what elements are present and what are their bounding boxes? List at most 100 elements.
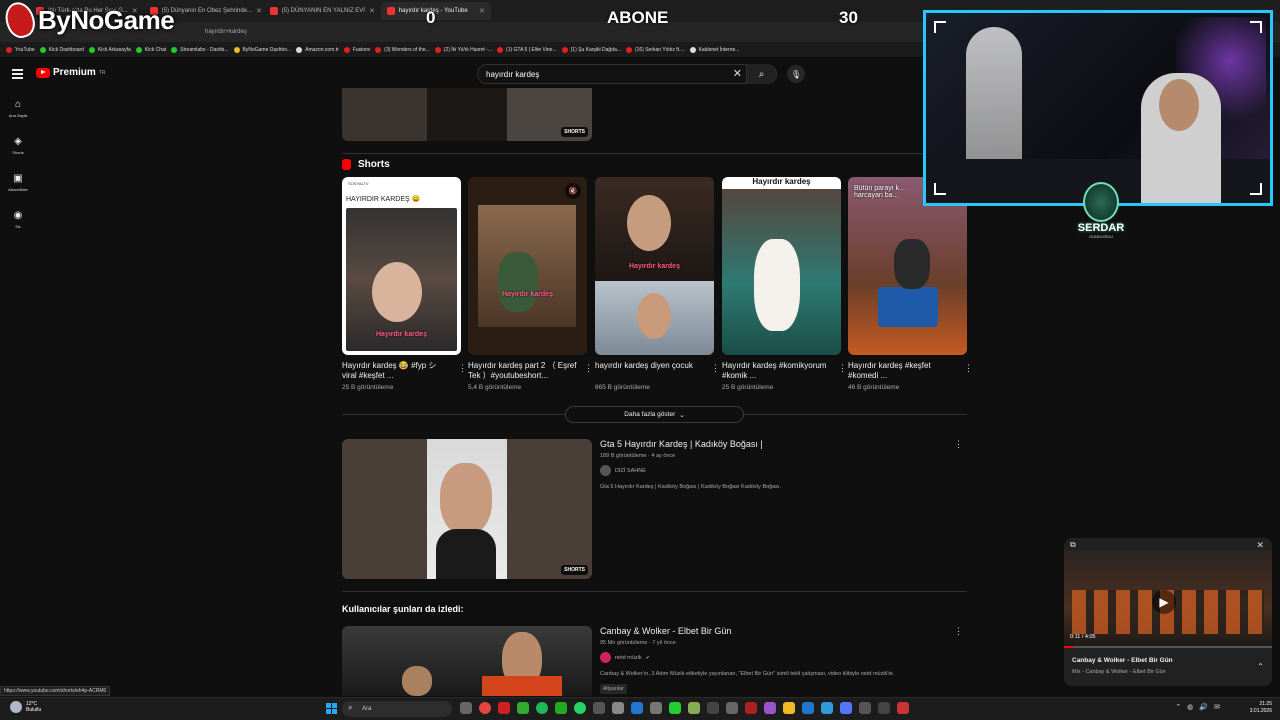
- browser-tab[interactable]: (5) DÜNYANIN EN YALNIZ EVİ ✕: [264, 2, 381, 20]
- bookmark[interactable]: Kick Dashboard: [39, 46, 84, 53]
- miniplayer-video[interactable]: ▶: [1064, 550, 1272, 646]
- app-icon[interactable]: [631, 702, 643, 714]
- app-icon[interactable]: [897, 702, 909, 714]
- mute-icon[interactable]: 🔇: [565, 183, 581, 199]
- progress-bar[interactable]: [1064, 646, 1272, 648]
- short-item[interactable]: Bütün parayı k... harcayan ba... Hayırdı…: [848, 177, 973, 391]
- app-icon[interactable]: [498, 702, 510, 714]
- more-vert-icon[interactable]: ⋮: [584, 363, 593, 374]
- bookmark[interactable]: YouTube: [6, 46, 35, 53]
- short-thumbnail[interactable]: Hayırdır kardeş: [722, 177, 841, 355]
- more-vert-icon[interactable]: ⋮: [954, 626, 963, 637]
- short-title[interactable]: Hayırdır kardeş #komikyorum #komik ...: [722, 361, 841, 381]
- short-item[interactable]: Hayırdır kardeş hayırdır kardeş diyen ço…: [595, 177, 720, 391]
- bookmark[interactable]: (1) Şu Karşiki Dağda...: [561, 46, 621, 53]
- channel-avatar[interactable]: [600, 652, 611, 663]
- app-icon[interactable]: [878, 702, 890, 714]
- video-thumbnail[interactable]: SHORTS: [342, 439, 592, 579]
- more-vert-icon[interactable]: ⋮: [964, 363, 973, 374]
- channel-avatar[interactable]: [600, 465, 611, 476]
- app-icon[interactable]: [745, 702, 757, 714]
- bookmark[interactable]: Kick Arkasayfa: [88, 46, 131, 53]
- weather-widget[interactable]: 12°C Bulutlu: [10, 701, 41, 713]
- close-icon[interactable]: ✕: [256, 7, 262, 15]
- bookmark[interactable]: Fusionv: [343, 46, 370, 53]
- whatsapp-icon[interactable]: [574, 702, 586, 714]
- video-thumbnail[interactable]: SHORTS: [342, 88, 592, 141]
- close-icon[interactable]: ✕: [369, 7, 375, 15]
- network-icon[interactable]: ◍: [1187, 703, 1193, 711]
- app-icon[interactable]: [593, 702, 605, 714]
- app-icon[interactable]: [764, 702, 776, 714]
- app-icon[interactable]: [612, 702, 624, 714]
- bookmark[interactable]: (1) GTA 5 | Elite Vine...: [497, 46, 557, 53]
- short-title[interactable]: Hayırdır kardeş 😂 #fyp シ viral #keşfet .…: [342, 361, 461, 381]
- close-icon[interactable]: ✕: [479, 7, 485, 15]
- guide-item-shorts[interactable]: ◈ Shorts: [0, 127, 36, 164]
- video-title[interactable]: Canbay & Wolker - Elbet Bir Gün: [600, 626, 955, 636]
- channel-row[interactable]: DİZİ SAHNE: [600, 465, 955, 476]
- bookmark[interactable]: Amazon.com.tr: [296, 46, 339, 53]
- guide-item-subscriptions[interactable]: ▣ Abonelikler: [0, 164, 36, 201]
- app-icon[interactable]: [555, 702, 567, 714]
- app-icon[interactable]: [669, 702, 681, 714]
- spotify-icon[interactable]: [536, 702, 548, 714]
- chevron-up-icon[interactable]: ⌃: [1175, 703, 1181, 711]
- app-icon[interactable]: [821, 702, 833, 714]
- short-item[interactable]: Hayırdır kardeş Hayırdır kardeş #komikyo…: [722, 177, 847, 391]
- app-icon[interactable]: [517, 702, 529, 714]
- short-item[interactable]: Hayırdır kardeş 🔇 Hayırdır kardeş part 2…: [468, 177, 593, 391]
- discord-icon[interactable]: [840, 702, 852, 714]
- expand-icon[interactable]: ⧉: [1070, 540, 1076, 550]
- short-thumbnail[interactable]: Hayırdır kardeş: [595, 177, 714, 355]
- search-button[interactable]: ⌕: [746, 64, 776, 84]
- task-view-icon[interactable]: [460, 702, 472, 714]
- app-icon[interactable]: [802, 702, 814, 714]
- channel-name[interactable]: DİZİ SAHNE: [615, 468, 646, 474]
- more-vert-icon[interactable]: ⋮: [954, 439, 963, 450]
- miniplayer[interactable]: ⧉ ✕ ▶ 0:11 / 4:05 Canbay & Wolker - Elbe…: [1064, 538, 1272, 686]
- app-icon[interactable]: [650, 702, 662, 714]
- guide-item-you[interactable]: ◉ Siz: [0, 201, 36, 238]
- guide-item-home[interactable]: ⌂ Ana Sayfa: [0, 90, 36, 127]
- short-thumbnail[interactable]: SOSYALTV HAYIRDIR KARDEŞ 😄 Hayırdır kard…: [342, 177, 461, 355]
- bookmark[interactable]: ByNoGame Dashbo...: [233, 46, 291, 53]
- youtube-logo[interactable]: Premium TR: [36, 67, 105, 78]
- browser-tab-active[interactable]: hayırdır kardeş - YouTube ✕: [380, 2, 491, 20]
- windows-start-icon[interactable]: [326, 703, 337, 714]
- show-more-button[interactable]: Daha fazla göster ⌄: [565, 406, 744, 423]
- clear-icon[interactable]: ✕: [733, 67, 742, 80]
- short-item[interactable]: SOSYALTV HAYIRDIR KARDEŞ 😄 Hayırdır kard…: [342, 177, 467, 391]
- menu-icon[interactable]: [12, 69, 23, 81]
- search-input[interactable]: hayırdır kardeş ✕ ⌕: [477, 64, 777, 84]
- short-title[interactable]: Hayırdır kardeş #keşfet #komedi ...: [848, 361, 967, 381]
- chevron-up-icon[interactable]: ⌃: [1257, 662, 1264, 671]
- more-vert-icon[interactable]: ⋮: [711, 363, 720, 374]
- short-thumbnail[interactable]: Hayırdır kardeş 🔇: [468, 177, 587, 355]
- clock[interactable]: 21:25 3.01.2026: [1250, 701, 1272, 715]
- folder-icon[interactable]: [783, 702, 795, 714]
- bookmark[interactable]: (2) İki Yıl/ık Hasret -...: [434, 46, 492, 53]
- miniplayer-title[interactable]: Canbay & Wolker - Elbet Bir Gün: [1072, 657, 1173, 664]
- short-title[interactable]: Hayırdır kardeş part 2 （ Eşref Tek ）#you…: [468, 361, 587, 381]
- bookmark[interactable]: Kick Chat: [135, 46, 166, 53]
- channel-name[interactable]: netd müzik: [615, 655, 642, 661]
- more-vert-icon[interactable]: ⋮: [838, 363, 847, 374]
- bookmark[interactable]: (16) Serkan Yıldız ft....: [625, 46, 685, 53]
- notification-icon[interactable]: ✉: [1214, 703, 1220, 711]
- bookmark[interactable]: Streamlabs - Dashb...: [171, 46, 229, 53]
- bookmark[interactable]: (3) Wonders of the...: [375, 46, 430, 53]
- more-vert-icon[interactable]: ⋮: [458, 363, 467, 374]
- app-icon[interactable]: [707, 702, 719, 714]
- short-title[interactable]: hayırdır kardeş diyen çocuk: [595, 361, 714, 381]
- microphone-icon[interactable]: 🎙: [787, 65, 805, 83]
- play-icon[interactable]: ▶: [1152, 590, 1176, 614]
- taskbar-search[interactable]: ⌕ Ara: [342, 701, 452, 717]
- app-icon[interactable]: [859, 702, 871, 714]
- volume-icon[interactable]: 🔊: [1199, 703, 1208, 711]
- chrome-icon[interactable]: [479, 702, 491, 714]
- channel-row[interactable]: netd müzik ✔: [600, 652, 955, 663]
- bookmark[interactable]: Kablonet İnterne...: [689, 46, 739, 53]
- app-icon[interactable]: [726, 702, 738, 714]
- video-thumbnail[interactable]: [342, 626, 592, 696]
